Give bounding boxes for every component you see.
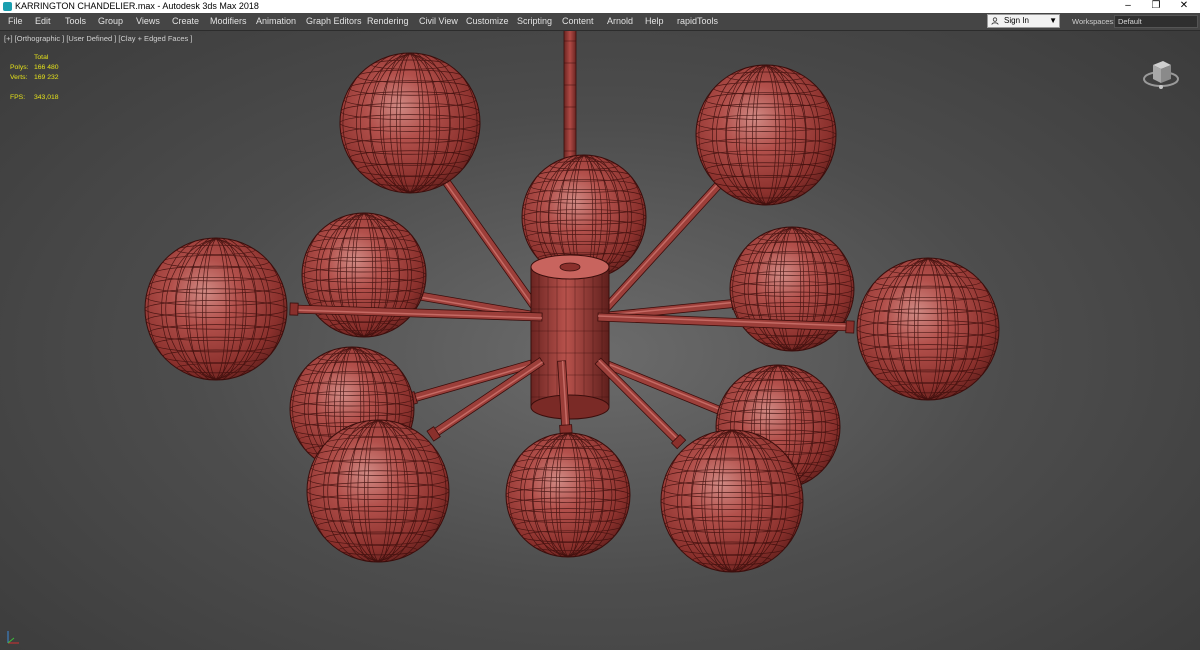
sphere-far-right	[856, 257, 1000, 401]
sphere-far-left	[144, 237, 288, 381]
arm-rod	[405, 356, 544, 406]
menu-group[interactable]: Group	[97, 13, 124, 30]
verts-value: 169 232	[34, 74, 59, 81]
close-button[interactable]: ✕	[1170, 0, 1198, 13]
menu-modifiers[interactable]: Modifiers	[209, 13, 248, 30]
menu-edit[interactable]: Edit	[34, 13, 52, 30]
menu-file[interactable]: File	[7, 13, 24, 30]
viewcube-icon[interactable]	[1141, 53, 1181, 93]
hub-body	[530, 266, 610, 408]
fps-label: FPS:	[10, 94, 26, 101]
app-icon	[3, 2, 12, 11]
restore-button[interactable]: ❐	[1142, 0, 1170, 13]
menu-views[interactable]: Views	[135, 13, 161, 30]
menu-content[interactable]: Content	[561, 13, 595, 30]
menu-rendering[interactable]: Rendering	[366, 13, 410, 30]
user-icon	[991, 17, 999, 25]
menu-civil-view[interactable]: Civil View	[418, 13, 459, 30]
axis-tripod-icon	[7, 631, 19, 644]
sphere-bottom-left	[306, 419, 450, 563]
workspaces-label: Workspaces:	[1072, 17, 1116, 26]
menu-arnold[interactable]: Arnold	[606, 13, 634, 30]
sphere-bottom-right	[660, 429, 804, 573]
minimize-button[interactable]: –	[1114, 0, 1142, 13]
menu-animation[interactable]: Animation	[255, 13, 297, 30]
menu-customize[interactable]: Customize	[465, 13, 510, 30]
workspace-select[interactable]: Default	[1114, 15, 1198, 28]
menu-rapidtools[interactable]: rapidTools	[676, 13, 719, 30]
menu-help[interactable]: Help	[644, 13, 665, 30]
stats-header: Total	[34, 54, 49, 61]
arm-rod	[595, 356, 731, 420]
sphere-mid-left	[301, 212, 427, 338]
verts-label: Verts:	[10, 74, 28, 81]
arm-rod	[426, 357, 545, 442]
fps-value: 343,018	[34, 94, 59, 101]
polys-value: 166 480	[34, 64, 59, 71]
menu-bar: File Edit Tools Group Views Create Modif…	[0, 13, 1200, 31]
menu-create[interactable]: Create	[171, 13, 200, 30]
sign-in-dropdown[interactable]: Sign In ▼	[987, 14, 1060, 28]
viewport-label[interactable]: [+] [Orthographic ] [User Defined ] [Cla…	[4, 34, 192, 43]
sphere-top-left	[339, 52, 481, 194]
viewport[interactable]: [+] [Orthographic ] [User Defined ] [Cla…	[0, 31, 1200, 650]
chandelier-model	[144, 31, 1000, 573]
title-bar: KARRINGTON CHANDELIER.max - Autodesk 3ds…	[0, 0, 1200, 13]
sign-in-label: Sign In	[1004, 16, 1029, 25]
sphere-top-right	[695, 64, 837, 206]
menu-tools[interactable]: Tools	[64, 13, 87, 30]
sphere-bottom-center	[505, 432, 631, 558]
polys-label: Polys:	[10, 64, 29, 71]
chevron-down-icon: ▼	[1049, 16, 1057, 25]
menu-graph-editors[interactable]: Graph Editors	[305, 13, 363, 30]
window-title: KARRINGTON CHANDELIER.max - Autodesk 3ds…	[15, 1, 259, 11]
sphere-mid-right	[729, 226, 855, 352]
menu-scripting[interactable]: Scripting	[516, 13, 553, 30]
